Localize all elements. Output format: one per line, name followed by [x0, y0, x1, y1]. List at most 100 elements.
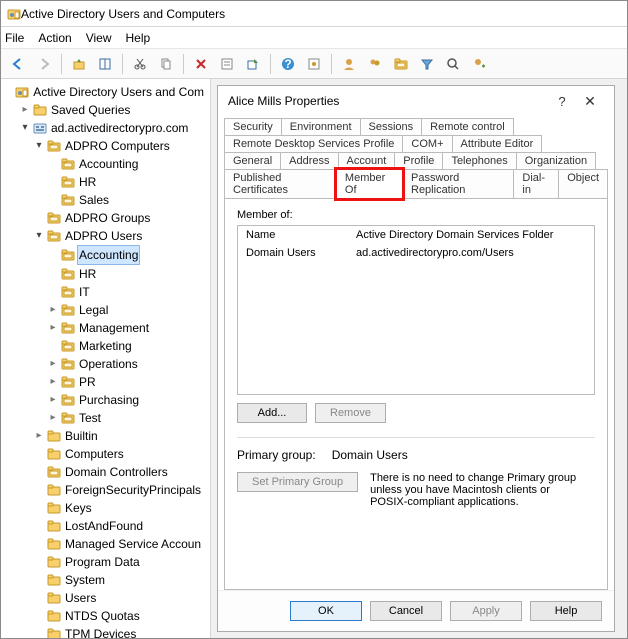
- expand-arrow[interactable]: [47, 319, 59, 337]
- tree-node[interactable]: HR: [47, 265, 210, 283]
- member-of-list[interactable]: Name Active Directory Domain Services Fo…: [237, 225, 595, 395]
- tree-label[interactable]: Test: [77, 409, 103, 427]
- dialog-help-icon[interactable]: ?: [548, 94, 576, 109]
- tree-label[interactable]: Sales: [77, 191, 111, 209]
- copy-icon[interactable]: [155, 53, 177, 75]
- tree-label[interactable]: Operations: [77, 355, 140, 373]
- tree-node[interactable]: Users: [33, 589, 210, 607]
- tree-label[interactable]: Managed Service Accoun: [63, 535, 203, 553]
- tree-node[interactable]: System: [33, 571, 210, 589]
- tree-node[interactable]: Sales: [47, 191, 210, 209]
- tree-label[interactable]: Computers: [63, 445, 126, 463]
- tree-node[interactable]: HR: [47, 173, 210, 191]
- tree-node[interactable]: Legal: [47, 301, 210, 319]
- tree-node[interactable]: Builtin: [33, 427, 210, 445]
- show-hide-icon[interactable]: [94, 53, 116, 75]
- tree-node[interactable]: Saved Queries: [19, 101, 210, 119]
- ok-button[interactable]: OK: [290, 601, 362, 621]
- expand-arrow[interactable]: [47, 391, 59, 409]
- tree-label[interactable]: Users: [63, 589, 98, 607]
- dialog-close-icon[interactable]: ✕: [576, 93, 604, 110]
- add-button[interactable]: Add...: [237, 403, 307, 423]
- menu-help[interactable]: Help: [126, 31, 151, 45]
- up-icon[interactable]: [68, 53, 90, 75]
- action-icon[interactable]: [303, 53, 325, 75]
- tree-node[interactable]: LostAndFound: [33, 517, 210, 535]
- tree-node[interactable]: Program Data: [33, 553, 210, 571]
- menu-action[interactable]: Action: [38, 31, 71, 45]
- tree-label[interactable]: ADPRO Computers: [63, 137, 172, 155]
- back-icon[interactable]: [7, 53, 29, 75]
- tree-node[interactable]: ADPRO Groups: [33, 209, 210, 227]
- tree-label[interactable]: IT: [77, 283, 92, 301]
- tree-label[interactable]: HR: [77, 265, 98, 283]
- user-icon[interactable]: [338, 53, 360, 75]
- tree-node[interactable]: Keys: [33, 499, 210, 517]
- tree-node[interactable]: Management: [47, 319, 210, 337]
- find-icon[interactable]: [442, 53, 464, 75]
- expand-arrow[interactable]: [19, 101, 31, 119]
- tree-node[interactable]: Domain Controllers: [33, 463, 210, 481]
- tree-node[interactable]: Test: [47, 409, 210, 427]
- tab-published-certificates[interactable]: Published Certificates: [224, 169, 337, 199]
- tree-label[interactable]: ADPRO Users: [63, 227, 144, 245]
- tree-node[interactable]: PR: [47, 373, 210, 391]
- tree-label[interactable]: ForeignSecurityPrincipals: [63, 481, 203, 499]
- tree-label[interactable]: Accounting: [77, 155, 140, 173]
- expand-arrow[interactable]: [47, 373, 59, 391]
- delete-icon[interactable]: [190, 53, 212, 75]
- member-row[interactable]: Domain Usersad.activedirectorypro.com/Us…: [238, 244, 594, 262]
- properties-icon[interactable]: [216, 53, 238, 75]
- tree-label[interactable]: Builtin: [63, 427, 100, 445]
- tree-label[interactable]: NTDS Quotas: [63, 607, 142, 625]
- tab-address[interactable]: Address: [280, 152, 338, 169]
- expand-arrow[interactable]: [47, 409, 59, 427]
- tree-node[interactable]: Managed Service Accoun: [33, 535, 210, 553]
- tree-node[interactable]: Accounting: [47, 245, 210, 265]
- set-primary-group-button[interactable]: Set Primary Group: [237, 472, 358, 492]
- tree-label[interactable]: HR: [77, 173, 98, 191]
- tree-root[interactable]: Active Directory Users and Com: [5, 83, 210, 101]
- tab-remote-control[interactable]: Remote control: [421, 118, 514, 135]
- tab-profile[interactable]: Profile: [394, 152, 443, 169]
- tree-label[interactable]: PR: [77, 373, 98, 391]
- expand-arrow[interactable]: [33, 427, 45, 445]
- tree-label[interactable]: Domain Controllers: [63, 463, 170, 481]
- tab-remote-desktop-services-profile[interactable]: Remote Desktop Services Profile: [224, 135, 403, 152]
- tree-node[interactable]: Operations: [47, 355, 210, 373]
- tab-password-replication[interactable]: Password Replication: [402, 169, 514, 199]
- tree-label[interactable]: Accounting: [77, 245, 140, 265]
- expand-arrow[interactable]: [33, 137, 45, 155]
- tree-node[interactable]: NTDS Quotas: [33, 607, 210, 625]
- tree-node[interactable]: IT: [47, 283, 210, 301]
- tree-node[interactable]: Purchasing: [47, 391, 210, 409]
- menu-file[interactable]: File: [5, 31, 24, 45]
- tab-dial-in[interactable]: Dial-in: [513, 169, 559, 199]
- cancel-button[interactable]: Cancel: [370, 601, 442, 621]
- tree-node[interactable]: TPM Devices: [33, 625, 210, 638]
- tab-organization[interactable]: Organization: [516, 152, 596, 169]
- expand-arrow[interactable]: [47, 301, 59, 319]
- tab-account[interactable]: Account: [338, 152, 396, 169]
- tab-environment[interactable]: Environment: [281, 118, 361, 135]
- tab-general[interactable]: General: [224, 152, 281, 169]
- tree-node[interactable]: Accounting: [47, 155, 210, 173]
- tree-label[interactable]: Marketing: [77, 337, 134, 355]
- help-icon[interactable]: ?: [277, 53, 299, 75]
- tree-label[interactable]: TPM Devices: [63, 625, 138, 638]
- expand-arrow[interactable]: [33, 227, 45, 245]
- help-button[interactable]: Help: [530, 601, 602, 621]
- tree-label[interactable]: Keys: [63, 499, 94, 517]
- export-icon[interactable]: [242, 53, 264, 75]
- remove-button[interactable]: Remove: [315, 403, 386, 423]
- tab-sessions[interactable]: Sessions: [360, 118, 423, 135]
- tree-node[interactable]: ADPRO Users: [33, 227, 210, 245]
- ou-icon[interactable]: [390, 53, 412, 75]
- menu-view[interactable]: View: [86, 31, 112, 45]
- tree-node[interactable]: ad.activedirectorypro.com: [19, 119, 210, 137]
- tab-telephones[interactable]: Telephones: [442, 152, 516, 169]
- forward-icon[interactable]: [33, 53, 55, 75]
- group-icon[interactable]: [364, 53, 386, 75]
- apply-button[interactable]: Apply: [450, 601, 522, 621]
- tab-member-of[interactable]: Member Of: [336, 169, 403, 199]
